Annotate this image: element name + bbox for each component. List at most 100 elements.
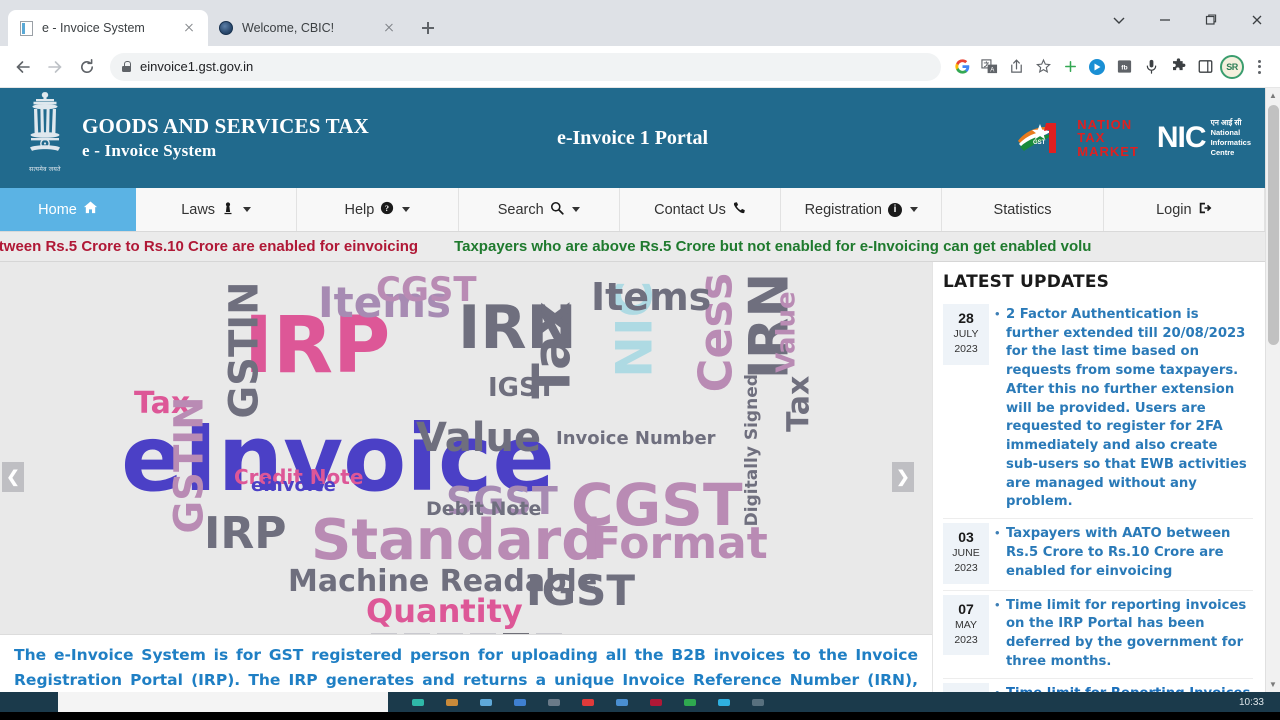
nav-item-laws[interactable]: Laws: [136, 188, 298, 231]
close-icon[interactable]: [180, 19, 198, 37]
taskbar-app-icon[interactable]: [718, 698, 730, 706]
close-window-button[interactable]: [1234, 0, 1280, 40]
nav-item-registration[interactable]: Registration i: [781, 188, 943, 231]
marquee-item-green: Taxpayers who are above Rs.5 Crore but n…: [454, 238, 1092, 255]
nic-logo: NIC एन आई सी National Informatics Centre: [1157, 118, 1251, 159]
nav-label: Laws: [181, 201, 216, 218]
wordcloud-word: Value: [771, 291, 802, 373]
browser-tab-einvoice[interactable]: e - Invoice System: [8, 10, 208, 46]
bullet-icon: •: [995, 525, 1000, 541]
svg-text:fb: fb: [1121, 65, 1127, 72]
nav-item-contact-us[interactable]: Contact Us: [620, 188, 782, 231]
carousel-prev-button[interactable]: ❮: [2, 462, 24, 492]
taskbar-app-icon[interactable]: [446, 698, 458, 706]
nav-item-statistics[interactable]: Statistics: [942, 188, 1104, 231]
nav-item-search[interactable]: Search: [459, 188, 620, 231]
bookmark-star-icon[interactable]: [1030, 54, 1056, 80]
scrollbar-thumb[interactable]: [1268, 105, 1279, 345]
ntm-line-1: NATION: [1077, 117, 1133, 133]
update-year: 2023: [954, 634, 978, 647]
profile-initials: SR: [1220, 54, 1244, 79]
minimize-button[interactable]: [1142, 0, 1188, 40]
maximize-button[interactable]: [1188, 0, 1234, 40]
svg-text:GST: GST: [1033, 140, 1046, 146]
screenshot-icon[interactable]: fb: [1111, 54, 1137, 80]
share-icon[interactable]: [1003, 54, 1029, 80]
login-arrow-icon: [1198, 201, 1212, 219]
google-icon[interactable]: [949, 54, 975, 80]
update-text[interactable]: Time limit for Reporting Invoices on the…: [1006, 685, 1253, 692]
header-logos: GST NATION TAX MARKET NIC एन आई सी Natio…: [1016, 118, 1251, 159]
one-nation-one-tax-logo: GST NATION TAX MARKET: [1016, 118, 1139, 158]
latest-updates-panel: LATEST UPDATES 28 JULY 2023 • 2 Factor Authe…: [932, 262, 1265, 692]
close-icon[interactable]: [380, 19, 398, 37]
latest-update-item[interactable]: 17APR2023 • Time limit for Reporting Invoi…: [943, 679, 1253, 692]
address-text: einvoice1.gst.gov.in: [140, 59, 254, 74]
back-icon[interactable]: [8, 52, 38, 82]
ntm-line-2: TAX: [1077, 130, 1106, 146]
update-text[interactable]: 2 Factor Authentication is further exten…: [1006, 306, 1253, 512]
scroll-up-arrow-icon[interactable]: ▲: [1266, 88, 1280, 103]
wordcloud-word: IGST: [526, 566, 635, 615]
taskbar-active-window[interactable]: [58, 692, 388, 712]
media-play-icon[interactable]: [1084, 54, 1110, 80]
avatar[interactable]: SR: [1219, 54, 1245, 80]
announcement-marquee[interactable]: AATO between Rs.5 Crore to Rs.10 Crore a…: [0, 232, 1265, 262]
browser-tab-cbic[interactable]: Welcome, CBIC!: [208, 10, 408, 46]
tab-search-chevron-icon[interactable]: [1096, 0, 1142, 40]
wordcloud-word: Invoice Number: [556, 428, 716, 449]
taskbar-app-icon[interactable]: [480, 698, 492, 706]
address-bar[interactable]: einvoice1.gst.gov.in: [110, 52, 941, 81]
browser-toolbar: einvoice1.gst.gov.in A fb SR: [0, 46, 1280, 88]
taskbar-app-icon[interactable]: [752, 698, 764, 706]
wordcloud-word: Quantity: [366, 592, 523, 630]
nic-sub-hi: एन आई सी: [1210, 117, 1242, 127]
nic-subtext: एन आई सी National Informatics Centre: [1211, 118, 1251, 159]
site-header: सत्यमेव जयते GOODS AND SERVICES TAX e - …: [0, 88, 1265, 188]
gavel-icon: [221, 201, 235, 219]
latest-update-item[interactable]: 07 MAY 2023 • Time limit for reporting invoi…: [943, 591, 1253, 679]
taskbar-app-icon[interactable]: [412, 698, 424, 706]
taskbar-app-icon[interactable]: [684, 698, 696, 706]
carousel-next-button[interactable]: ❯: [892, 462, 914, 492]
nav-item-home[interactable]: Home: [0, 188, 136, 231]
latest-update-item[interactable]: 28 JULY 2023 • 2 Factor Authentication is fu…: [943, 300, 1253, 520]
scroll-down-arrow-icon[interactable]: ▼: [1266, 677, 1280, 692]
update-month: JUNE: [952, 547, 980, 560]
update-date: 03 JUNE 2023: [943, 523, 989, 584]
side-panel-icon[interactable]: [1192, 54, 1218, 80]
chevron-down-icon: [909, 207, 918, 212]
microphone-icon[interactable]: [1138, 54, 1164, 80]
taskbar-app-icon[interactable]: [548, 698, 560, 706]
translate-icon[interactable]: A: [976, 54, 1002, 80]
taskbar-app-icon[interactable]: [616, 698, 628, 706]
update-text[interactable]: Time limit for reporting invoices on the…: [1006, 597, 1253, 672]
new-tab-button[interactable]: [414, 14, 442, 42]
taskbar-app-icon[interactable]: [514, 698, 526, 706]
taskbar-app-icon[interactable]: [582, 698, 594, 706]
taskbar-app-icon[interactable]: [650, 698, 662, 706]
add-plus-icon[interactable]: [1057, 54, 1083, 80]
wordcloud-canvas: eInvoice IRP Standard CGST SGST Machine Reada…: [116, 273, 816, 630]
forward-icon[interactable]: [40, 52, 70, 82]
kebab-menu-icon[interactable]: [1246, 59, 1272, 74]
nav-item-help[interactable]: Help ?: [297, 188, 459, 231]
latest-updates-list: 28 JULY 2023 • 2 Factor Authentication is fu…: [943, 300, 1253, 692]
nav-item-login[interactable]: Login: [1104, 188, 1265, 231]
chevron-down-icon: [402, 207, 411, 212]
latest-update-item[interactable]: 03 JUNE 2023 • Taxpayers with AATO between R…: [943, 519, 1253, 591]
update-text[interactable]: Taxpayers with AATO between Rs.5 Crore t…: [1006, 525, 1253, 584]
update-day: 07: [958, 600, 974, 617]
wordcloud-word: IRP: [204, 508, 287, 559]
page-scrollbar[interactable]: ▲ ▼: [1265, 88, 1280, 692]
update-day: 03: [958, 529, 974, 546]
update-day: 28: [958, 310, 974, 326]
nav-label: Login: [1156, 201, 1192, 218]
ntm-mark-icon: GST: [1016, 121, 1074, 155]
marquee-item-red: AATO between Rs.5 Crore to Rs.10 Crore a…: [0, 238, 419, 255]
reload-icon[interactable]: [72, 52, 102, 82]
extensions-puzzle-icon[interactable]: [1165, 54, 1191, 80]
update-month: MAY: [955, 618, 977, 631]
update-body: • 2 Factor Authentication is further exte…: [995, 304, 1253, 512]
nav-label: Help: [344, 201, 375, 218]
